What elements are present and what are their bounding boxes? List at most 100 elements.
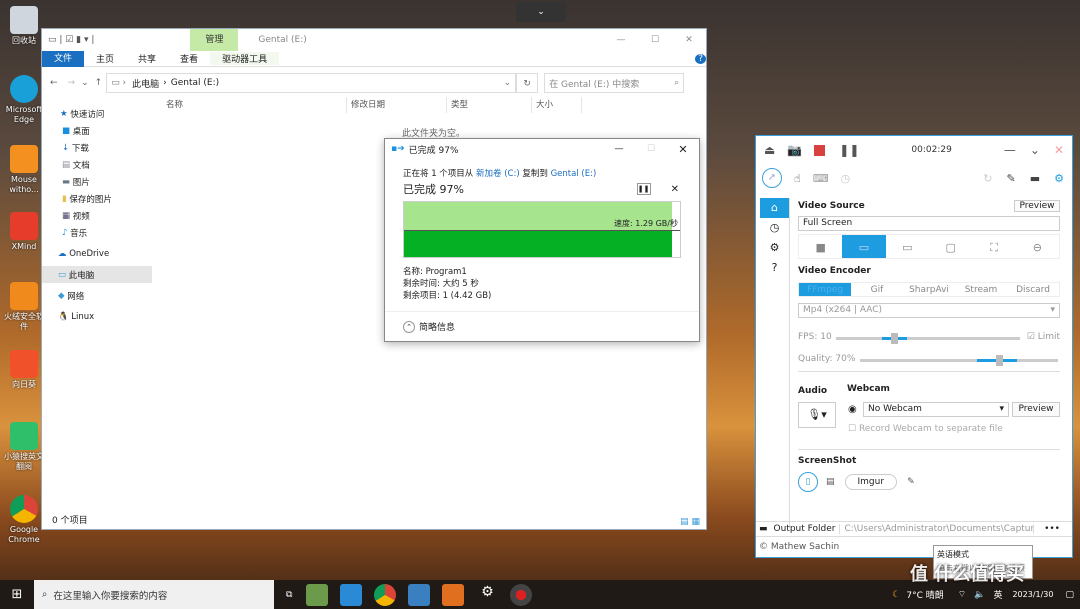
desktop-icon-mouse[interactable]: Mouse witho... <box>2 145 46 195</box>
browse-button[interactable]: ••• <box>1044 524 1060 534</box>
desktop-icon-recycle-bin[interactable]: 回收站 <box>2 6 46 46</box>
breadcrumb-this-pc[interactable]: 此电脑 <box>132 77 159 90</box>
recent-dropdown[interactable]: ⌄ <box>81 78 89 88</box>
imgur-button[interactable]: Imgur <box>844 474 898 490</box>
nav-documents[interactable]: ▤ 文档 <box>42 156 152 173</box>
microphone-button[interactable]: 🎙▾ <box>798 402 836 428</box>
weather-text[interactable]: 7°C 晴朗 <box>906 588 943 601</box>
breadcrumb-drive[interactable]: Gental (E:) <box>171 78 219 88</box>
brush-icon[interactable]: ✎ <box>1007 172 1016 185</box>
video-source-field[interactable]: Full Screen <box>798 216 1060 231</box>
nav-music[interactable]: ♪ 音乐 <box>42 224 152 241</box>
wifi-icon[interactable]: ⌔ <box>958 589 966 600</box>
hand-click-icon[interactable]: ☝ <box>794 172 801 185</box>
column-name[interactable]: 名称 <box>152 97 347 113</box>
destination-link[interactable]: Gental (E:) <box>551 169 597 179</box>
format-select[interactable]: Mp4 (x264 | AAC) ▾ <box>798 303 1060 318</box>
clock-date[interactable]: 2023/1/30 <box>1012 590 1053 599</box>
refresh-button[interactable]: ↻ <box>516 73 539 93</box>
tab-drive-tools[interactable]: 驱动器工具 <box>210 52 280 65</box>
nav-quick-access[interactable]: ★ 快速访问 <box>42 105 152 122</box>
quality-slider-thumb[interactable] <box>995 355 1003 366</box>
encoder-sharpavi[interactable]: SharpAvi <box>903 283 955 296</box>
save-to-file-icon[interactable]: ▯ <box>798 472 818 492</box>
limit-checkbox[interactable]: ☑ Limit <box>1027 332 1060 342</box>
encoder-gif[interactable]: Gif <box>851 283 903 296</box>
minimize-button[interactable]: — <box>604 35 638 45</box>
forward-button[interactable]: → <box>68 78 76 88</box>
column-date[interactable]: 修改日期 <box>347 97 447 113</box>
close-button[interactable]: ✕ <box>672 35 706 45</box>
nav-onedrive[interactable]: ☁ OneDrive <box>42 245 152 262</box>
nav-desktop[interactable]: ■ 桌面 <box>42 122 152 139</box>
quality-slider[interactable] <box>860 355 1058 366</box>
task-view-icon[interactable]: ⧉ <box>286 590 292 600</box>
close-button[interactable]: ✕ <box>667 143 699 156</box>
cancel-button[interactable]: ✕ <box>671 184 679 195</box>
help-icon[interactable]: ? <box>695 53 706 64</box>
pause-button[interactable]: ❚❚ <box>839 143 859 157</box>
address-bar[interactable]: ▭ › 此电脑 › Gental (E:) ⌄ <box>106 73 517 93</box>
taskbar-search[interactable]: ⌕ 在这里输入你要搜索的内容 <box>34 580 274 609</box>
minimize-button[interactable]: — <box>603 144 635 154</box>
mail-taskbar-icon[interactable] <box>340 583 363 606</box>
chevron-down-icon[interactable]: ⌄ <box>516 2 566 22</box>
refresh-icon[interactable]: ↻ <box>983 172 992 185</box>
nav-this-pc[interactable]: ▭ 此电脑 <box>42 266 152 283</box>
ime-indicator[interactable]: 英 <box>993 588 1002 601</box>
tab-home[interactable]: 主页 <box>84 52 126 65</box>
nav-downloads[interactable]: ↓ 下载 <box>42 139 152 156</box>
nav-saved-pictures[interactable]: ▮ 保存的图片 <box>42 190 152 207</box>
help-tab[interactable]: ? <box>760 258 789 278</box>
column-type[interactable]: 类型 <box>447 97 532 113</box>
desktop-icon-xmind[interactable]: XMind <box>2 212 46 252</box>
desktop-icon-huorong[interactable]: 火绒安全软件 <box>2 282 46 332</box>
minimize-button[interactable]: — <box>1004 143 1016 157</box>
home-tab[interactable]: ⌂ <box>760 198 789 218</box>
gear-icon[interactable]: ⚙ <box>1054 172 1064 185</box>
start-button[interactable]: ⊞ <box>0 587 34 602</box>
desktop-icon-translator[interactable]: 小猿搜英文翻阅 <box>2 422 46 472</box>
screen-source-icon[interactable]: ▭ <box>842 235 886 258</box>
quick-access-toolbar[interactable]: ▭ | ☑ ▮ ▾ | <box>48 35 94 45</box>
fps-slider-thumb[interactable] <box>891 333 898 344</box>
nav-videos[interactable]: ▦ 视频 <box>42 207 152 224</box>
nav-pictures[interactable]: ▬ 图片 <box>42 173 152 190</box>
back-button[interactable]: ← <box>50 78 58 88</box>
close-button[interactable]: ✕ <box>1054 143 1064 157</box>
tab-view[interactable]: 查看 <box>168 52 210 65</box>
desktop-icon-chrome[interactable]: Google Chrome <box>2 495 46 545</box>
tab-manage[interactable]: 管理 <box>190 29 239 51</box>
output-path-field[interactable]: C:\Users\Administrator\Documents\Captura <box>844 524 1035 534</box>
tab-share[interactable]: 共享 <box>126 52 168 65</box>
webcam-select[interactable]: No Webcam ▾ <box>863 402 1009 417</box>
maximize-button[interactable]: ☐ <box>635 144 667 154</box>
view-toggle[interactable]: ▤ ▦ <box>680 517 700 527</box>
desktop-icon-sunlogin[interactable]: 向日葵 <box>2 350 46 390</box>
up-button[interactable]: ↑ <box>95 78 103 88</box>
column-size[interactable]: 大小 <box>532 97 582 113</box>
less-info-toggle[interactable]: ⌃ 简略信息 <box>385 311 699 341</box>
search-input[interactable]: 在 Gental (E:) 中搜索 ⌕ <box>544 73 685 93</box>
pause-button[interactable]: ❚❚ <box>636 183 651 195</box>
encoder-discard[interactable]: Discard <box>1007 283 1059 296</box>
stop-record-button[interactable] <box>814 144 826 156</box>
encoder-ffmpeg[interactable]: FFmpeg <box>799 283 851 296</box>
nav-network[interactable]: ◆ 网络 <box>42 287 152 304</box>
source-link[interactable]: 新加卷 (C:) <box>476 169 520 179</box>
volume-icon[interactable]: 🔈 <box>974 590 985 600</box>
preview-button[interactable]: Preview <box>1014 200 1060 212</box>
timer-icon[interactable]: ◷ <box>841 172 851 185</box>
pencil-icon[interactable]: ✎ <box>907 477 915 487</box>
camera-icon[interactable]: 📷 <box>787 143 802 157</box>
settings-taskbar-icon[interactable]: ⚙ <box>476 584 498 606</box>
keyboard-icon[interactable]: ⌨ <box>813 172 829 185</box>
gamepad-source-icon[interactable]: ⊖ <box>1016 235 1059 258</box>
matlab-taskbar-icon[interactable] <box>442 583 465 606</box>
desktop-icon-edge[interactable]: Microsoft Edge <box>2 75 46 125</box>
captura-taskbar-icon[interactable] <box>510 583 533 606</box>
window-source-icon[interactable]: ▢ <box>929 235 972 258</box>
encoder-stream[interactable]: Stream <box>955 283 1007 296</box>
tab-file[interactable]: 文件 <box>42 50 85 67</box>
app-taskbar-icon[interactable] <box>408 583 431 606</box>
